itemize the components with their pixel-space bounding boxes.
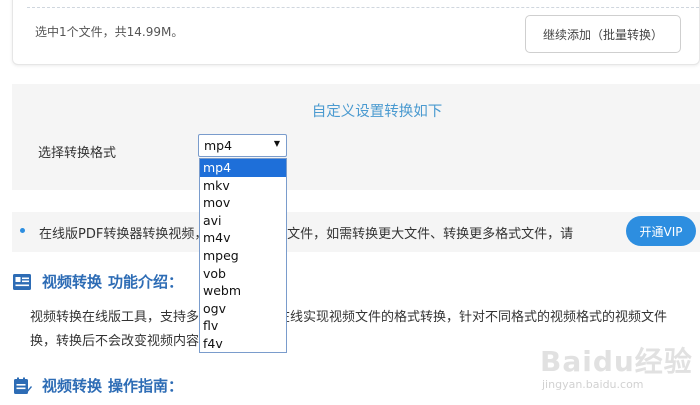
intro-title-main: 视频转换 xyxy=(42,273,103,291)
guide-title-main: 视频转换 xyxy=(42,377,103,395)
settings-title: 自定义设置转换如下 xyxy=(311,104,443,120)
format-select-value: mp4 xyxy=(204,138,233,153)
guide-section-heading: 视频转换 操作指南： xyxy=(12,375,183,396)
intro-paragraph-line1: 视频转换在线版工具，支持多种视频格式，在线实现视频文件的格式转换，针对不同格式的… xyxy=(30,310,668,325)
format-option-flv[interactable]: flv xyxy=(200,317,286,335)
format-option-avi[interactable]: avi xyxy=(200,212,286,230)
continue-add-button[interactable]: 继续添加（批量转换） xyxy=(525,15,681,53)
dropdown-arrow-icon: ▼ xyxy=(273,139,280,148)
conversion-settings-panel: 自定义设置转换如下 选择转换格式 mp4 ▼ xyxy=(12,84,700,190)
format-option-vob[interactable]: vob xyxy=(200,265,286,283)
format-dropdown-list[interactable]: mp4 mkv mov avi m4v mpeg vob webm ogv flv f4v xyxy=(199,158,287,353)
format-option-f4v[interactable]: f4v xyxy=(200,335,286,353)
format-option-mp4[interactable]: mp4 xyxy=(200,159,286,177)
vip-notice-text: 在线版PDF转换器转换视频，支持20M以内文件，如需转换更大文件、转换更多格式文… xyxy=(39,227,574,242)
format-label: 选择转换格式 xyxy=(38,146,117,161)
guide-title-sub: 操作指南： xyxy=(108,377,184,395)
upload-status-card: 选中1个文件，共14.99M。 继续添加（批量转换） xyxy=(12,0,700,65)
baidu-jingyan-watermark: Baidu经验 jingyan.baidu.com xyxy=(520,340,693,400)
intro-paragraph-line2: 换，转换后不会改变视频内容。 xyxy=(30,334,213,349)
guide-list-icon xyxy=(12,377,32,395)
format-option-mov[interactable]: mov xyxy=(200,194,286,212)
bullet-dot-icon xyxy=(20,228,25,233)
format-option-webm[interactable]: webm xyxy=(200,282,286,300)
open-vip-button[interactable]: 开通VIP xyxy=(626,216,696,246)
format-option-m4v[interactable]: m4v xyxy=(200,229,286,247)
format-option-mpeg[interactable]: mpeg xyxy=(200,247,286,265)
intro-section-heading: 视频转换 功能介绍： xyxy=(12,271,183,292)
watermark-url: jingyan.baidu.com xyxy=(542,378,644,391)
info-card-icon xyxy=(12,273,32,291)
vip-notice-bar: 在线版PDF转换器转换视频，支持20M以内文件，如需转换更大文件、转换更多格式文… xyxy=(12,212,700,252)
watermark-brand: Baidu经验 xyxy=(540,345,693,378)
dashed-divider xyxy=(27,7,699,8)
format-select[interactable]: mp4 ▼ xyxy=(198,134,287,157)
format-option-mkv[interactable]: mkv xyxy=(200,177,286,195)
format-option-ogv[interactable]: ogv xyxy=(200,300,286,318)
intro-title-sub: 功能介绍： xyxy=(108,273,184,291)
file-selection-status: 选中1个文件，共14.99M。 xyxy=(35,25,184,39)
